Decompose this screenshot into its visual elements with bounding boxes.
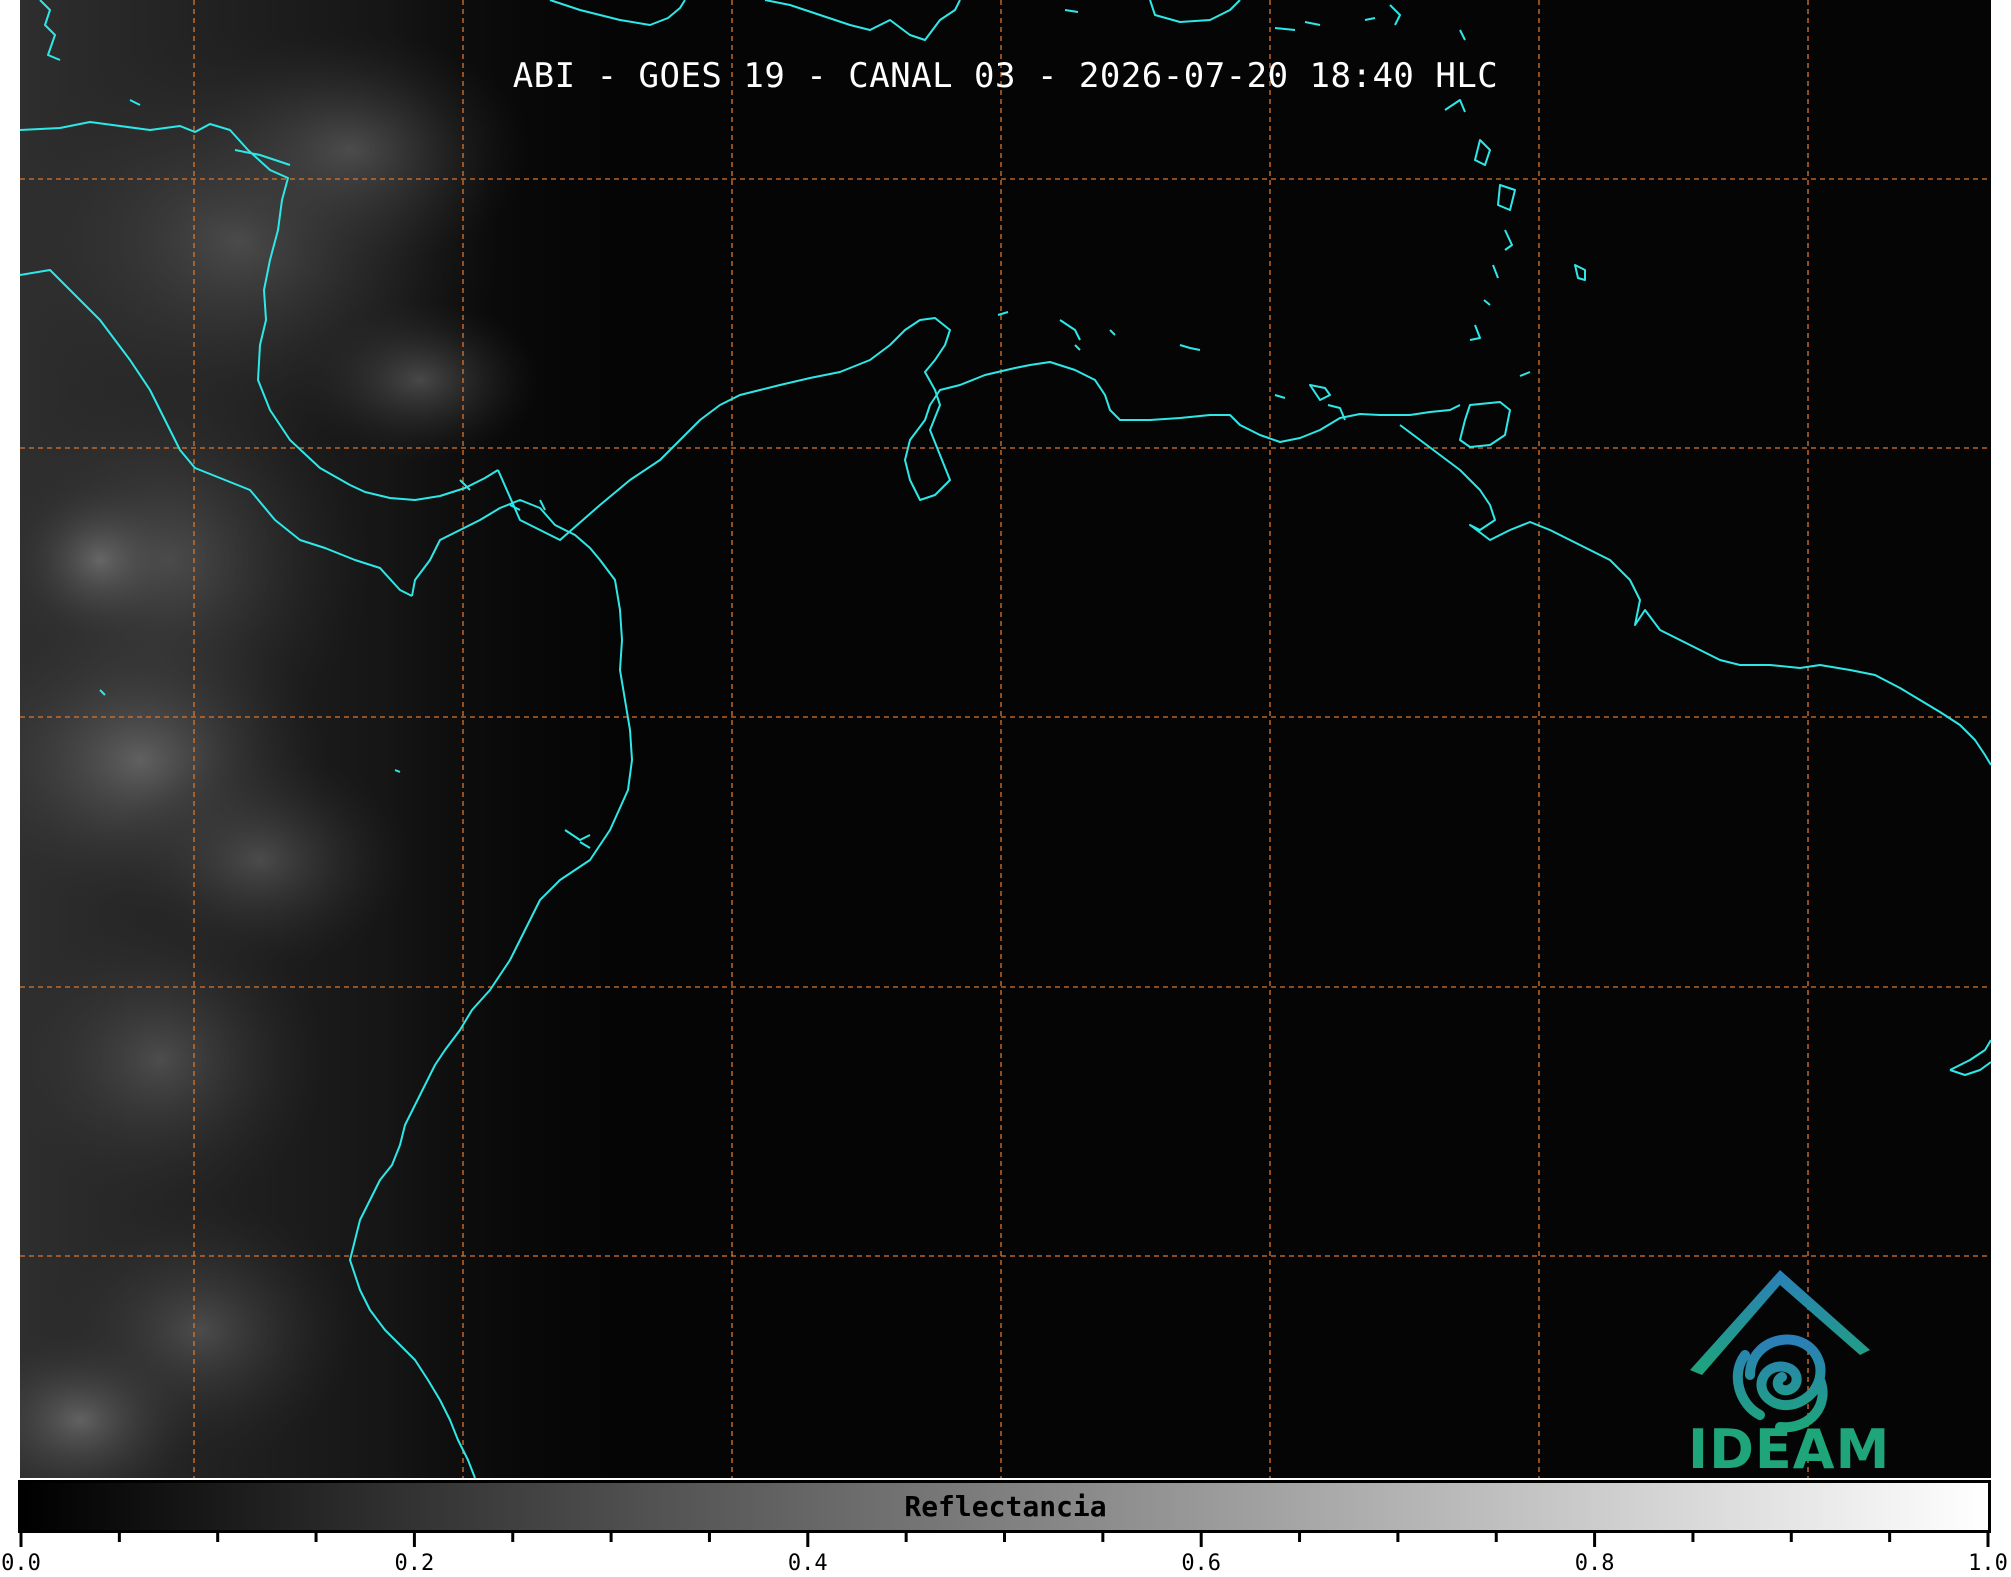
colorbar-tick-label: 0.8: [1574, 1551, 1615, 1576]
ideam-logo-text: IDEAM: [1688, 1418, 1891, 1478]
coastline-hispaniola: [764, 0, 961, 41]
image-title: ABI - GOES 19 - CANAL 03 - 2026-07-20 18…: [512, 56, 1499, 96]
colorbar-tick-label: 1.0: [1968, 1551, 2008, 1576]
coastline-trinidad: [1459, 401, 1511, 448]
colorbar-tick-label: 0.6: [1181, 1551, 1222, 1576]
coastline-isla-margarita: [1574, 264, 1586, 281]
colorbar-ticks: [19, 1533, 1990, 1547]
colorbar-tick-label: 0.4: [787, 1551, 828, 1576]
coastline-puerto-rico: [1149, 0, 1241, 23]
coastline-venezuela-east: [1399, 424, 1991, 766]
coastline-caribbean-colombia: [497, 317, 1461, 541]
colorbar-label: Reflectancia: [904, 1490, 1107, 1523]
coastline-abc-islands: [1059, 319, 1346, 421]
coastline-guyana: [1949, 1039, 1991, 1076]
satellite-image-panel: ABI - GOES 19 - CANAL 03 - 2026-07-20 18…: [20, 0, 1991, 1478]
colorbar-tick-label: 0.0: [1, 1551, 41, 1576]
colorbar-tick-label: 0.2: [394, 1551, 435, 1576]
